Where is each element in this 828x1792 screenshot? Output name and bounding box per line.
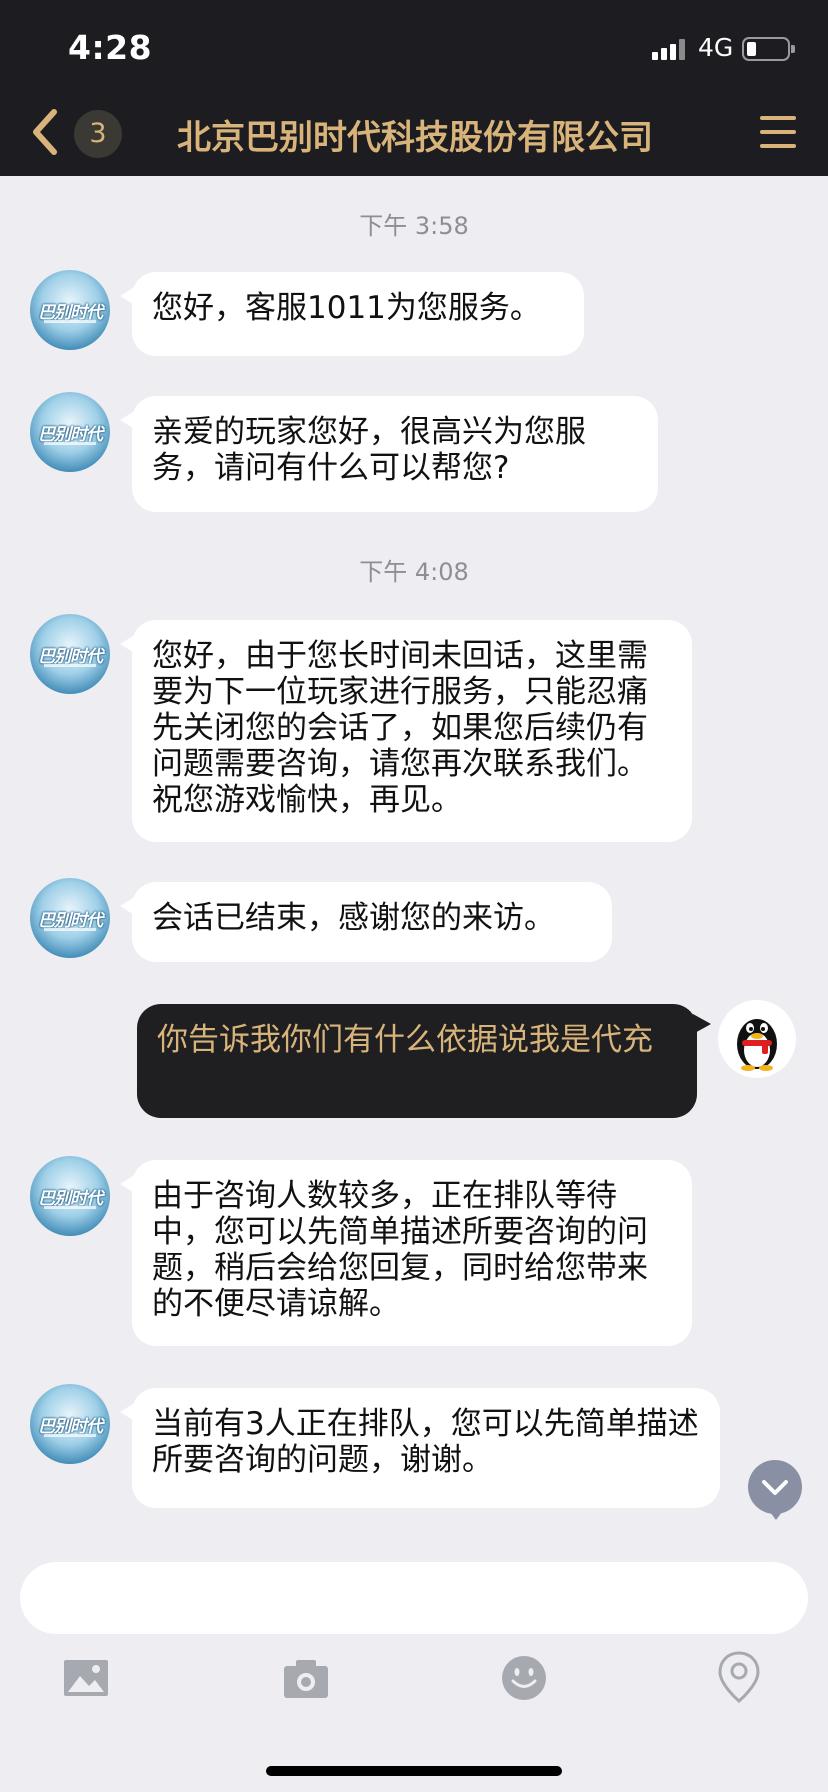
emoji-icon[interactable] (500, 1654, 548, 1702)
signal-icon (652, 38, 688, 60)
message-text: 当前有3人正在排队，您可以先简单描述所要咨询的问题，谢谢。 (152, 1406, 699, 1478)
agent-avatar[interactable]: 巴别时代 (30, 1156, 110, 1236)
scroll-to-bottom-button[interactable] (748, 1460, 802, 1520)
message-input[interactable] (20, 1562, 808, 1634)
agent-message-bubble[interactable]: 您好，客服1011为您服务。 (120, 272, 584, 356)
my-avatar-penguin-icon[interactable] (718, 1000, 796, 1078)
agent-message-bubble[interactable]: 由于咨询人数较多，正在排队等待中，您可以先简单描述所要咨询的问题，稍后会给您回复… (120, 1160, 692, 1346)
unread-count-badge[interactable]: 3 (74, 110, 122, 158)
timestamp: 下午 3:58 (359, 212, 469, 240)
nav-bar: 3 北京巴别时代科技股份有限公司 (0, 92, 828, 176)
agent-message-bubble[interactable]: 亲爱的玩家您好，很高兴为您服务，请问有什么可以帮您? (120, 396, 658, 512)
my-message-bubble[interactable]: 你告诉我你们有什么依据说我是代充 (137, 1004, 711, 1118)
agent-message-bubble[interactable]: 当前有3人正在排队，您可以先简单描述所要咨询的问题，谢谢。 (120, 1388, 720, 1508)
agent-avatar[interactable]: 巴别时代 (30, 1384, 110, 1464)
agent-avatar[interactable]: 巴别时代 (30, 878, 110, 958)
image-icon[interactable] (62, 1654, 110, 1702)
chat-title: 北京巴别时代科技股份有限公司 (177, 118, 653, 158)
message-text: 您好，由于您长时间未回话，这里需要为下一位玩家进行服务，只能忍痛先关闭您的会话了… (152, 638, 648, 818)
battery-icon (742, 37, 795, 61)
timestamp: 下午 4:08 (359, 558, 469, 586)
menu-icon[interactable] (760, 116, 798, 150)
message-text: 您好，客服1011为您服务。 (152, 290, 541, 326)
home-indicator (266, 1766, 562, 1776)
message-text: 由于咨询人数较多，正在排队等待中，您可以先简单描述所要咨询的问题，稍后会给您回复… (152, 1178, 648, 1322)
back-chevron-icon[interactable] (26, 104, 66, 160)
agent-avatar[interactable]: 巴别时代 (30, 392, 110, 472)
chevron-down-icon (762, 1480, 788, 1495)
network-label: 4G (698, 33, 734, 62)
agent-message-bubble[interactable]: 会话已结束，感谢您的来访。 (120, 882, 612, 962)
message-text: 会话已结束，感谢您的来访。 (152, 900, 555, 936)
agent-avatar[interactable]: 巴别时代 (30, 270, 110, 350)
agent-message-bubble[interactable]: 您好，由于您长时间未回话，这里需要为下一位玩家进行服务，只能忍痛先关闭您的会话了… (120, 620, 692, 842)
status-bar: 4:28 4G (0, 0, 828, 92)
message-text: 你告诉我你们有什么依据说我是代充 (157, 1022, 653, 1058)
camera-icon[interactable] (282, 1654, 330, 1702)
status-time: 4:28 (68, 28, 153, 67)
message-text: 亲爱的玩家您好，很高兴为您服务，请问有什么可以帮您? (152, 414, 586, 486)
location-pin-icon[interactable] (716, 1650, 762, 1704)
agent-avatar[interactable]: 巴别时代 (30, 614, 110, 694)
